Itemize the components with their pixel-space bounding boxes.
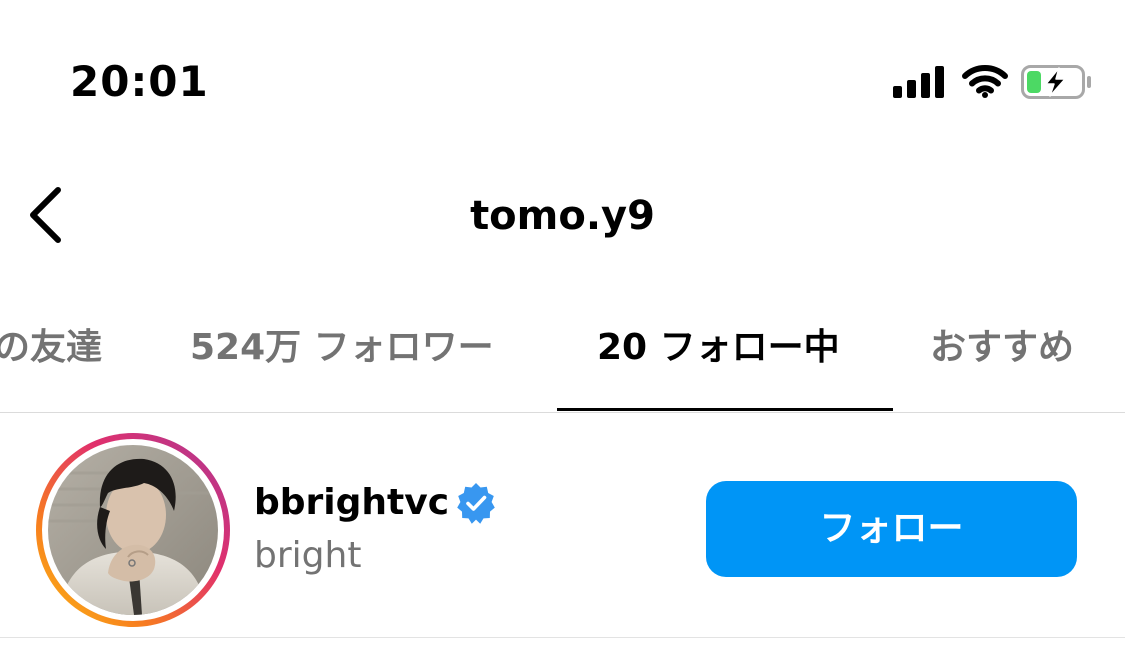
list-item: bbrightvc bright フォロー	[0, 413, 1125, 638]
tab-bar: の友達 524万 フォロワー 20 フォロー中 おすすめ	[0, 296, 1125, 413]
tab-suggested[interactable]: おすすめ	[930, 296, 1074, 412]
status-time: 20:01	[70, 57, 209, 106]
tab-followers[interactable]: 524万 フォロワー	[190, 296, 494, 412]
avatar[interactable]	[48, 445, 218, 615]
story-ring	[36, 433, 230, 627]
wifi-icon	[962, 65, 1008, 98]
tab-following[interactable]: 20 フォロー中	[597, 296, 840, 412]
full-name: bright	[254, 535, 362, 576]
active-tab-indicator	[557, 408, 893, 411]
verified-badge-icon	[457, 483, 495, 524]
signal-icon	[893, 66, 945, 98]
username[interactable]: bbrightvc	[254, 481, 449, 525]
status-bar: 20:01	[0, 0, 1125, 140]
tab-mutual-friends[interactable]: の友達	[0, 296, 102, 412]
battery-charging-icon	[1021, 65, 1091, 99]
follow-button[interactable]: フォロー	[706, 481, 1077, 577]
page-title: tomo.y9	[470, 193, 655, 239]
